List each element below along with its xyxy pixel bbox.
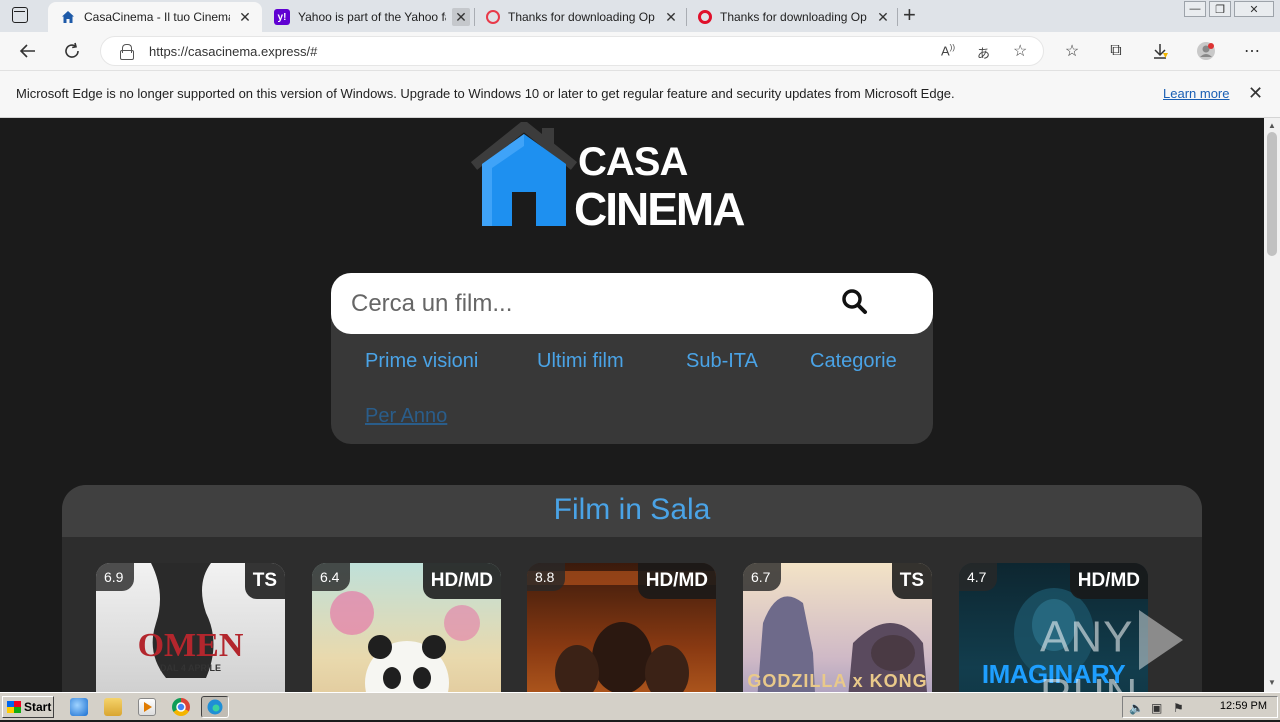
scroll-thumb[interactable] bbox=[1267, 132, 1277, 256]
menu-prime-visioni[interactable]: Prime visioni bbox=[365, 350, 478, 373]
back-icon[interactable] bbox=[17, 40, 39, 62]
add-favorite-icon[interactable]: ☆ bbox=[1013, 41, 1027, 61]
menu-sub-ita[interactable]: Sub-ITA bbox=[686, 350, 758, 373]
read-aloud-icon[interactable]: A)) bbox=[941, 43, 955, 58]
learn-more-link[interactable]: Learn more bbox=[1163, 86, 1229, 101]
close-tab-icon[interactable]: ✕ bbox=[662, 8, 680, 26]
tab-separator bbox=[897, 8, 898, 26]
menu-per-anno[interactable]: Per Anno bbox=[365, 405, 447, 428]
url-text: https://casacinema.express/# bbox=[149, 44, 318, 59]
tab-bar: CasaCinema - Il tuo Cinema ✕ y! Yahoo is… bbox=[0, 0, 1280, 32]
menu-ultimi-film[interactable]: Ultimi film bbox=[537, 350, 624, 373]
tab-opera-2[interactable]: Thanks for downloading Op ✕ bbox=[686, 2, 898, 32]
poster-title: OMEN bbox=[137, 627, 244, 664]
minimize-button[interactable]: — bbox=[1184, 1, 1206, 17]
rating-badge: 8.8 bbox=[527, 563, 565, 591]
tab-title: CasaCinema - Il tuo Cinema bbox=[84, 10, 230, 24]
profile-avatar[interactable] bbox=[1196, 41, 1216, 61]
tab-actions-icon[interactable] bbox=[12, 7, 28, 23]
page-scrollbar[interactable]: ▲ ▼ bbox=[1264, 118, 1280, 692]
clock: 12:59 PM bbox=[1219, 700, 1267, 712]
quality-badge: HD/MD bbox=[637, 563, 716, 599]
quality-badge: TS bbox=[891, 563, 932, 599]
collections-icon[interactable]: ⧉ bbox=[1106, 41, 1126, 61]
lock-icon[interactable] bbox=[120, 44, 134, 60]
search-panel: Prime visioni Ultimi film Sub-ITA Catego… bbox=[331, 273, 933, 444]
opera-icon bbox=[698, 10, 712, 24]
logo-house-icon bbox=[470, 122, 578, 226]
new-tab-button[interactable]: + bbox=[903, 4, 916, 26]
translate-icon[interactable]: あ bbox=[977, 43, 990, 62]
watermark-right: RUN bbox=[1040, 670, 1138, 692]
start-button[interactable]: Start bbox=[2, 696, 54, 718]
logo-line2: CINEMA bbox=[574, 183, 745, 235]
movie-card[interactable]: 6.4 HD/MD bbox=[312, 563, 501, 692]
movie-card[interactable]: OMEN DAL 4 APRILE 6.9 TS bbox=[96, 563, 285, 692]
ie-icon[interactable] bbox=[70, 698, 88, 716]
poster-title: GODZILLA x KONG bbox=[747, 671, 928, 691]
poster-tagline: DAL 4 APRILE bbox=[159, 663, 221, 673]
close-tab-icon[interactable]: ✕ bbox=[874, 8, 892, 26]
logo-line1: CASA bbox=[578, 140, 688, 184]
movie-card[interactable]: GODZILLA x KONG 6.7 TS bbox=[743, 563, 932, 692]
close-window-button[interactable]: ✕ bbox=[1234, 1, 1274, 17]
house-icon bbox=[60, 9, 76, 25]
address-bar-row: https://casacinema.express/# A)) あ ☆ ☆ ⧉… bbox=[0, 32, 1280, 70]
yahoo-icon: y! bbox=[274, 9, 290, 25]
watermark-left: ANY bbox=[1040, 612, 1134, 662]
tab-opera-1[interactable]: Thanks for downloading Op ✕ bbox=[474, 2, 686, 32]
page-content: CASA CINEMA Prime visioni Ultimi film Su… bbox=[0, 118, 1264, 692]
site-logo[interactable]: CASA CINEMA bbox=[470, 122, 800, 235]
media-player-icon[interactable] bbox=[138, 698, 156, 716]
windows-logo-icon bbox=[7, 701, 21, 713]
scroll-down-icon[interactable]: ▼ bbox=[1268, 678, 1276, 687]
menu-categorie[interactable]: Categorie bbox=[810, 350, 897, 373]
section-title: Film in Sala bbox=[553, 493, 711, 526]
tab-title: Yahoo is part of the Yahoo fa bbox=[298, 10, 446, 24]
restore-button[interactable]: ❐ bbox=[1209, 1, 1231, 17]
quality-badge: HD/MD bbox=[422, 563, 501, 599]
network-icon[interactable]: ▣ bbox=[1151, 701, 1162, 715]
flag-icon[interactable]: ⚑ bbox=[1173, 701, 1184, 715]
anyrun-watermark: ANY RUN bbox=[1040, 610, 1264, 692]
taskbar: Start 🔈 ▣ ⚑ 12:59 PM bbox=[0, 692, 1280, 720]
scroll-up-icon[interactable]: ▲ bbox=[1268, 121, 1276, 130]
tab-yahoo[interactable]: y! Yahoo is part of the Yahoo fa ✕ bbox=[262, 2, 474, 32]
film-in-sala-section: Film in Sala OMEN DAL 4 APRILE 6.9 TS 6.… bbox=[62, 485, 1202, 692]
downloads-icon[interactable] bbox=[1150, 41, 1170, 61]
edge-taskbar-button[interactable] bbox=[201, 696, 229, 718]
search-icon bbox=[842, 289, 867, 314]
quality-badge: HD/MD bbox=[1069, 563, 1148, 599]
start-label: Start bbox=[24, 700, 52, 714]
volume-icon[interactable]: 🔈 bbox=[1129, 701, 1144, 715]
rating-badge: 4.7 bbox=[959, 563, 997, 591]
close-tab-icon[interactable]: ✕ bbox=[236, 8, 254, 26]
url-field[interactable]: https://casacinema.express/# A)) あ ☆ bbox=[100, 36, 1044, 66]
search-button[interactable] bbox=[839, 287, 869, 317]
favorites-icon[interactable]: ☆ bbox=[1062, 41, 1082, 61]
section-header: Film in Sala bbox=[62, 485, 1202, 537]
rating-badge: 6.7 bbox=[743, 563, 781, 591]
unsupported-infobar: Microsoft Edge is no longer supported on… bbox=[0, 70, 1280, 118]
rating-badge: 6.4 bbox=[312, 563, 350, 591]
movie-card[interactable]: 8.8 HD/MD bbox=[527, 563, 716, 692]
rating-badge: 6.9 bbox=[96, 563, 134, 591]
close-tab-icon[interactable]: ✕ bbox=[452, 8, 470, 26]
folder-icon[interactable] bbox=[104, 698, 122, 716]
close-icon[interactable]: ✕ bbox=[1248, 83, 1263, 104]
tab-casacinema[interactable]: CasaCinema - Il tuo Cinema ✕ bbox=[48, 2, 262, 32]
search-box bbox=[331, 273, 933, 334]
tab-title: Thanks for downloading Op bbox=[508, 10, 655, 24]
more-icon[interactable]: ⋯ bbox=[1242, 41, 1262, 61]
quality-badge: TS bbox=[244, 563, 285, 599]
system-tray: 🔈 ▣ ⚑ 12:59 PM bbox=[1122, 696, 1278, 718]
opera-icon bbox=[486, 10, 500, 24]
refresh-icon[interactable] bbox=[61, 40, 83, 62]
tab-title: Thanks for downloading Op bbox=[720, 10, 867, 24]
search-input[interactable] bbox=[351, 285, 821, 323]
play-icon bbox=[1139, 610, 1184, 670]
infobar-message: Microsoft Edge is no longer supported on… bbox=[16, 86, 955, 101]
chrome-icon[interactable] bbox=[172, 698, 190, 716]
